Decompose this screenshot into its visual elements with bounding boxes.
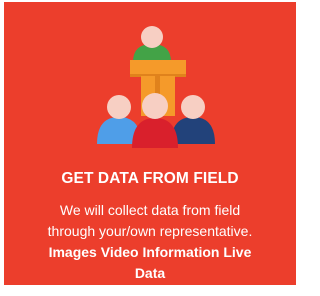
speaker-icon <box>133 26 171 62</box>
audience-right-icon <box>171 95 215 144</box>
highlight-line-1: Images Video Information Live <box>48 244 252 260</box>
speaker-audience-illustration <box>97 26 215 148</box>
description-line-1: We will collect data from field <box>59 202 241 218</box>
card-title: GET DATA FROM FIELD <box>61 170 239 187</box>
card-description: We will collect data from field through … <box>4 200 296 284</box>
highlight-line-2: Data <box>134 265 166 281</box>
feature-card: GET DATA FROM FIELD We will collect data… <box>4 2 296 285</box>
description-line-2: through your/own representative. <box>47 223 253 239</box>
